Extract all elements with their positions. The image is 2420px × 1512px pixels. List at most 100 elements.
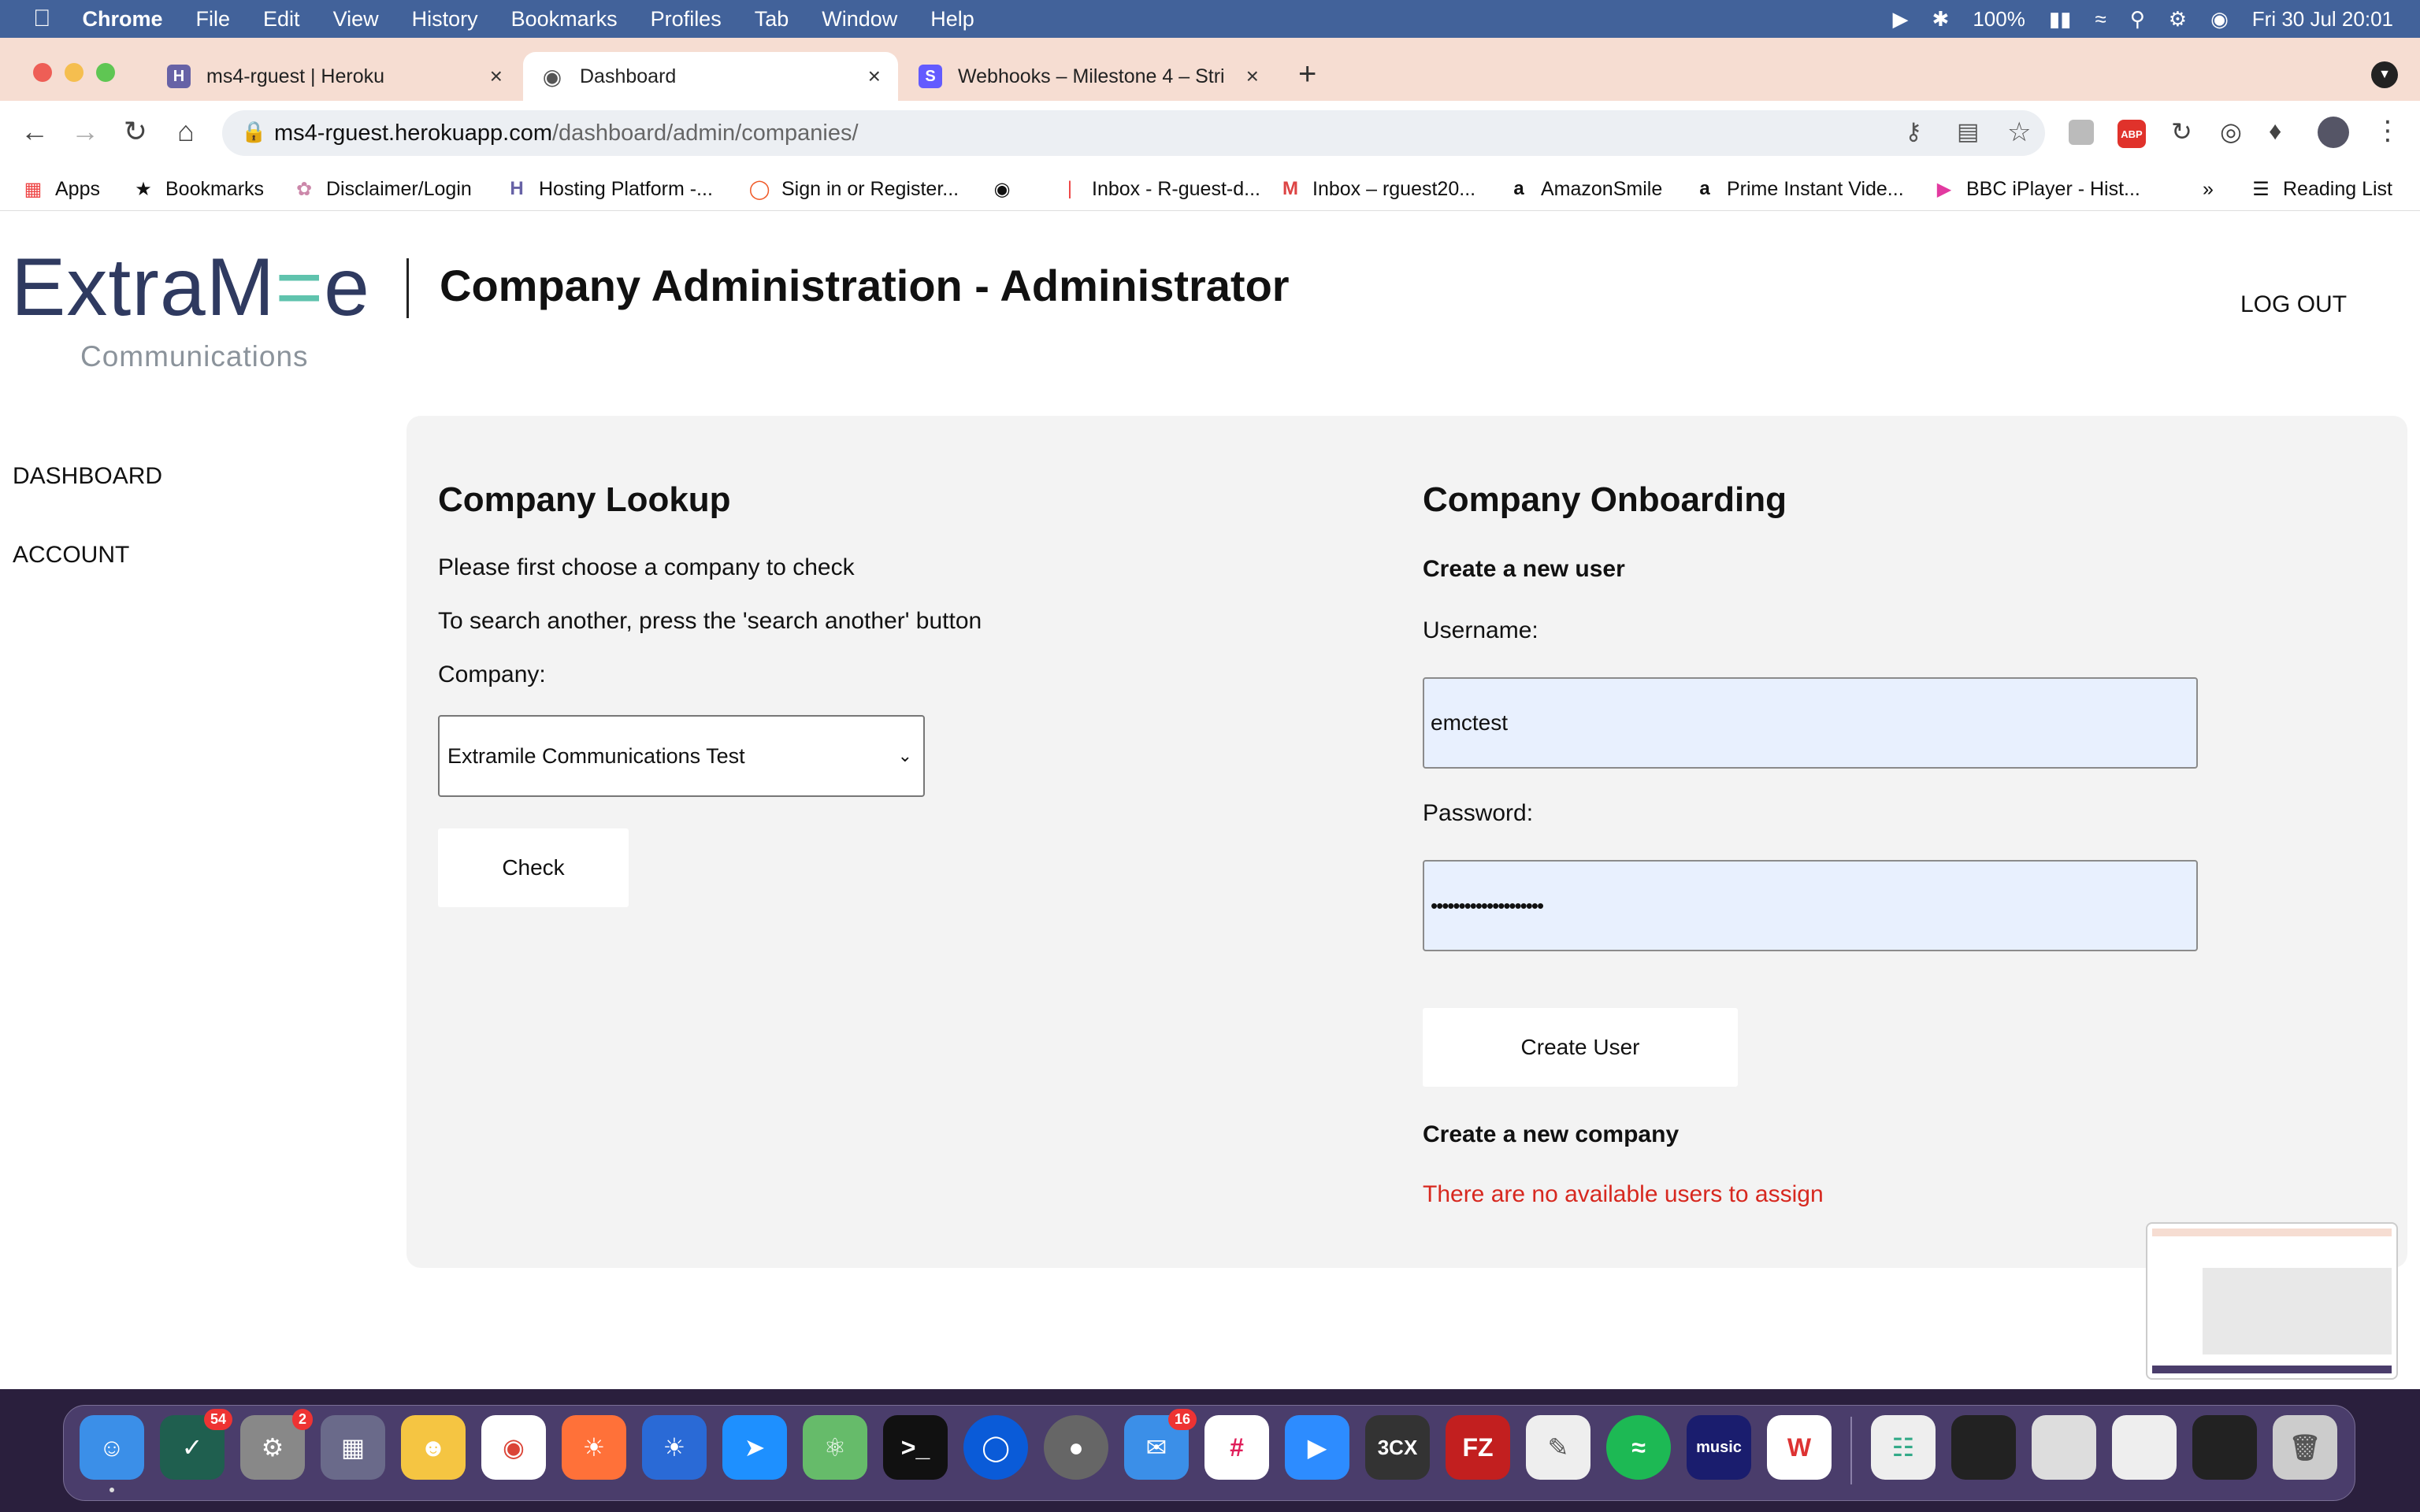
apple-icon[interactable]:  — [33, 6, 51, 32]
mail-icon[interactable]: ✉ 16 — [1124, 1409, 1197, 1480]
bookmark-apps[interactable]: ▦ Apps — [22, 170, 100, 208]
lookup-instruction-1: Please first choose a company to check — [438, 554, 855, 580]
terminal-icon[interactable]: >_ — [883, 1415, 948, 1480]
back-arrow-icon[interactable]: ← — [16, 115, 54, 148]
menu-file[interactable]: File — [196, 7, 231, 32]
3cx-icon[interactable]: 3CX — [1365, 1415, 1430, 1480]
adblock-plus-icon[interactable]: ABP — [2118, 120, 2146, 148]
safari-icon[interactable]: ➤ — [722, 1415, 787, 1480]
textedit-icon[interactable]: ✎ — [1526, 1415, 1590, 1480]
trash-icon[interactable]: 🗑 — [2273, 1415, 2337, 1480]
tab-close-icon[interactable]: × — [1242, 64, 1259, 89]
bookmark-amazonsmile[interactable]: a AmazonSmile — [1508, 170, 1662, 208]
tableplus-elephant-icon[interactable]: ● — [1044, 1415, 1108, 1480]
password-field[interactable]: •••••••••••••••••••• — [1423, 860, 2198, 951]
bookmark-inbox-gmail[interactable]: M Inbox – rguest20... — [1279, 170, 1475, 208]
menu-help[interactable]: Help — [930, 7, 974, 32]
amazon-icon: a — [1513, 178, 1524, 199]
zoom-icon[interactable]: ▶ — [1285, 1415, 1349, 1480]
spotlight-search-icon[interactable]: ⚲ — [2130, 7, 2145, 32]
window-zoom-button[interactable] — [96, 63, 115, 82]
siri-icon[interactable]: ◉ — [2210, 7, 2229, 32]
chrome-icon[interactable]: ◉ — [481, 1415, 546, 1480]
atom-icon[interactable]: ⚛ — [803, 1415, 867, 1480]
username-field[interactable]: emctest — [1423, 677, 2198, 769]
battery-icon[interactable]: ▮▮ — [2049, 7, 2072, 32]
minimized-window-thumbnail[interactable] — [2192, 1415, 2257, 1480]
logout-link[interactable]: LOG OUT — [2240, 291, 2347, 318]
tab-close-icon[interactable]: × — [868, 64, 881, 89]
1password-icon[interactable]: ◯ — [963, 1415, 1028, 1480]
bookmark-globe[interactable]: ◉ — [991, 170, 1024, 208]
bookmark-disclaimer-login[interactable]: ✿ Disclaimer/Login — [293, 170, 472, 208]
menu-profiles[interactable]: Profiles — [651, 7, 722, 32]
key-icon[interactable]: ⚷ — [1905, 118, 1922, 146]
tab-close-icon[interactable]: × — [490, 64, 503, 89]
wifi-icon[interactable]: ≈ — [2095, 7, 2106, 32]
address-bar[interactable]: 🔒 ms4-rguest.herokuapp.com/dashboard/adm… — [222, 110, 2045, 156]
tab-heroku[interactable]: H ms4-rguest | Heroku × — [150, 52, 520, 101]
bookmark-prime-video[interactable]: a Prime Instant Vide... — [1694, 170, 1903, 208]
extension-h-icon[interactable] — [2069, 120, 2094, 145]
cyberduck-icon[interactable]: ☻ — [401, 1415, 466, 1480]
minimized-window-thumbnail[interactable] — [1951, 1415, 2016, 1480]
window-minimize-button[interactable] — [65, 63, 84, 82]
screenshot-preview-thumbnail[interactable] — [2146, 1222, 2398, 1380]
home-icon[interactable]: ⌂ — [167, 115, 205, 148]
firefox-icon[interactable]: ☀ — [562, 1415, 626, 1480]
create-user-button[interactable]: Create User — [1423, 1008, 1738, 1087]
battery-percent: 100% — [1973, 6, 2025, 31]
kebab-menu-icon[interactable]: ⋮ — [2374, 115, 2401, 146]
spotify-icon[interactable]: ≈ — [1606, 1415, 1671, 1480]
screen-capture-icon[interactable]: ◎ — [2220, 117, 2242, 146]
menu-app-name[interactable]: Chrome — [83, 7, 163, 32]
launchpad-icon[interactable]: ▦ — [321, 1415, 385, 1480]
sidebar-item-account[interactable]: ACCOUNT — [13, 542, 129, 569]
reading-list[interactable]: ☰ Reading List — [2250, 170, 2392, 208]
check-button[interactable]: Check — [438, 828, 629, 907]
window-close-button[interactable] — [33, 63, 52, 82]
tab-dashboard[interactable]: ◉ Dashboard × — [523, 52, 898, 101]
document-icon[interactable]: ☷ — [1871, 1415, 1936, 1480]
bookmark-bbc-iplayer[interactable]: ▶ BBC iPlayer - Hist... — [1933, 170, 2140, 208]
sync-extension-icon[interactable]: ↻ — [2171, 117, 2192, 146]
tab-stripe-webhooks[interactable]: S Webhooks – Milestone 4 – Stri × — [901, 52, 1276, 101]
firefox-developer-icon[interactable]: ☀ — [642, 1415, 707, 1480]
menu-edit[interactable]: Edit — [263, 7, 300, 32]
finder-icon[interactable]: ☺ — [80, 1415, 144, 1492]
menu-window[interactable]: Window — [822, 7, 897, 32]
control-center-icon[interactable]: ⚙ — [2169, 7, 2187, 32]
bookmarks-overflow-chevron-icon[interactable]: » — [2203, 170, 2214, 208]
lock-icon[interactable]: 🔒 — [241, 120, 266, 144]
bookmark-inbox-r-guest[interactable]: | Inbox - R-guest-d... — [1059, 170, 1260, 208]
new-tab-plus-icon[interactable]: + — [1298, 57, 1316, 92]
menu-history[interactable]: History — [412, 7, 478, 32]
menu-bookmarks[interactable]: Bookmarks — [511, 7, 618, 32]
filezilla-icon[interactable]: FZ — [1446, 1415, 1510, 1480]
sidebar-item-dashboard[interactable]: DASHBOARD — [13, 463, 162, 490]
company-select[interactable]: Extramile Communications Test ⌄ — [438, 715, 925, 797]
bookmark-sign-in[interactable]: ◯ Sign in or Register... — [748, 170, 959, 208]
extramile-logo[interactable]: ExtraM=e — [11, 241, 370, 335]
card-icon[interactable]: ▤ — [1957, 118, 1979, 146]
reload-icon[interactable]: ↻ — [117, 115, 154, 148]
system-preferences-icon[interactable]: ⚙ 2 — [240, 1409, 313, 1480]
profile-avatar[interactable] — [2318, 117, 2349, 148]
slack-icon[interactable]: # — [1204, 1415, 1269, 1480]
play-icon[interactable]: ▶ — [1893, 7, 1909, 32]
tab-search-chevron-icon[interactable]: ▼ — [2371, 61, 2398, 88]
bookmark-star-icon[interactable]: ☆ — [2007, 117, 2031, 148]
bluetooth-icon[interactable]: ✱ — [1932, 7, 1950, 32]
menu-view[interactable]: View — [333, 7, 379, 32]
bookmark-bookmarks[interactable]: ★ Bookmarks — [132, 170, 264, 208]
extensions-puzzle-icon[interactable]: ♦ — [2269, 117, 2281, 146]
amazon-music-icon[interactable]: music — [1687, 1415, 1751, 1480]
wps-office-icon[interactable]: W — [1767, 1415, 1832, 1480]
things-icon[interactable]: ✓ 54 — [160, 1409, 232, 1480]
bookmark-hosting-platform[interactable]: H Hosting Platform -... — [506, 170, 713, 208]
clock[interactable]: Fri 30 Jul 20:01 — [2252, 7, 2393, 32]
menu-tab[interactable]: Tab — [755, 7, 789, 32]
minimized-window-thumbnail[interactable] — [2112, 1415, 2177, 1480]
minimized-window-thumbnail[interactable] — [2032, 1415, 2096, 1480]
forward-arrow-icon[interactable]: → — [66, 115, 104, 148]
